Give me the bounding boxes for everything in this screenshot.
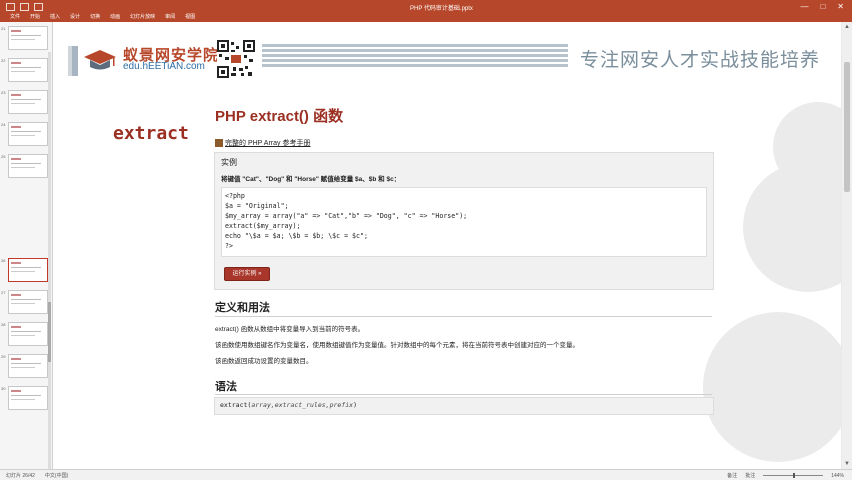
section-divider	[215, 394, 712, 395]
syntax-heading: 语法	[215, 381, 237, 393]
example-description: 将键值 "Cat"、"Dog" 和 "Horse" 赋值给变量 $a、$b 和 …	[221, 176, 401, 183]
code-line: $a = "Original";	[225, 202, 289, 210]
slide-thumbnail[interactable]	[8, 90, 48, 114]
code-block: <?php $a = "Original"; $my_array = array…	[221, 187, 707, 257]
manual-book-icon	[215, 139, 223, 148]
undo-icon[interactable]	[20, 3, 29, 11]
thumbnail-number: 27	[1, 290, 6, 295]
example-panel: 实例 将键值 "Cat"、"Dog" 和 "Horse" 赋值给变量 $a、$b…	[214, 152, 714, 290]
scroll-down-icon[interactable]: ▼	[844, 461, 850, 467]
code-line: <?php	[225, 192, 245, 200]
zoom-slider[interactable]	[763, 473, 824, 478]
code-line: ?>	[225, 242, 233, 250]
syntax-box: extract(array,extract_rules,prefix)	[214, 397, 714, 415]
code-line: $my_array = array("a" => "Cat","b" => "D…	[225, 212, 468, 220]
decorative-circle	[703, 312, 841, 462]
thumbnail-number: 26	[1, 258, 6, 263]
tab-file[interactable]: 文件	[10, 13, 20, 20]
slide-thumbnail-selected[interactable]	[8, 258, 48, 282]
syntax-arguments: array,extract_rules,prefix	[251, 401, 354, 409]
slide-thumbnail[interactable]	[8, 122, 48, 146]
slide-thumbnail[interactable]	[8, 386, 48, 410]
slide-thumbnail[interactable]	[8, 154, 48, 178]
thumbnail-number: 24	[1, 122, 6, 127]
tab-insert[interactable]: 插入	[50, 13, 60, 20]
slide-thumbnail[interactable]	[8, 290, 48, 314]
slide-scrollbar[interactable]: ▲ ▼	[842, 22, 852, 469]
thumbnail-number: 30	[1, 386, 6, 391]
status-bar: 幻灯片 26/42 中文(中国) 备注 批注 144%	[0, 469, 852, 480]
slogan: 专注网安人才实战技能培养	[580, 50, 821, 71]
code-line: extract($my_array);	[225, 222, 301, 230]
slide-thumbnail[interactable]	[8, 58, 48, 82]
scrollbar-thumb[interactable]	[844, 62, 850, 192]
thumbnail-number: 25	[1, 154, 6, 159]
tab-review[interactable]: 审阅	[165, 13, 175, 20]
scroll-up-icon[interactable]: ▲	[844, 24, 850, 30]
tab-home[interactable]: 开始	[30, 13, 40, 20]
example-heading: 实例	[221, 158, 237, 167]
language-indicator[interactable]: 中文(中国)	[45, 472, 68, 479]
tab-design[interactable]: 设计	[70, 13, 80, 20]
manual-link-text: 完整的 PHP Array 参考手册	[225, 140, 311, 147]
header-accent-bar	[68, 46, 72, 76]
definition-paragraph: 该函数返回成功设置的变量数目。	[215, 358, 313, 365]
title-bar: PHP 代码审计基础.pptx — □ ✕ 文件 开始 插入 设计 切换 动画 …	[0, 0, 852, 22]
slide-thumbnail[interactable]	[8, 322, 48, 346]
php-array-manual-link[interactable]: 完整的 PHP Array 参考手册	[215, 138, 310, 148]
thumbnail-scrollbar[interactable]	[48, 52, 51, 472]
slide-thumbnail-pane: 21 22 23 24 25 26 27 28 29 30	[0, 22, 53, 472]
zoom-slider-handle[interactable]	[793, 473, 796, 478]
maximize-icon[interactable]: □	[820, 2, 825, 11]
qr-code-icon	[217, 40, 255, 78]
header-stripes	[262, 44, 568, 70]
thumbnail-number: 22	[1, 58, 6, 63]
minimize-icon[interactable]: —	[800, 2, 808, 11]
slide-topic-word: extract	[113, 123, 189, 144]
code-line: echo "\$a = $a; \$b = $b; \$c = $c";	[225, 232, 368, 240]
zoom-level[interactable]: 144%	[831, 473, 844, 479]
tab-view[interactable]: 视图	[185, 13, 195, 20]
page-title: PHP extract() 函数	[215, 108, 344, 125]
save-icon[interactable]	[6, 3, 15, 11]
brand-url: edu.hEETiAN.com	[123, 61, 205, 72]
section-divider	[215, 316, 712, 317]
thumbnail-number: 29	[1, 354, 6, 359]
syntax-function: extract(	[220, 401, 252, 409]
thumbnail-number: 23	[1, 90, 6, 95]
scrollbar-thumb[interactable]	[48, 302, 51, 362]
definition-paragraph: 该函数使用数组键名作为变量名，使用数组键值作为变量值。针对数组中的每个元素，将在…	[215, 342, 579, 349]
run-example-button[interactable]: 运行实例 »	[224, 267, 270, 281]
slide-counter: 幻灯片 26/42	[6, 473, 35, 479]
definition-paragraph: extract() 函数从数组中将变量导入到当前的符号表。	[215, 326, 365, 333]
syntax-close: )	[353, 401, 357, 409]
notes-button[interactable]: 备注	[727, 472, 737, 479]
quick-access-toolbar	[6, 3, 43, 11]
document-title: PHP 代码审计基础.pptx	[410, 6, 473, 12]
tab-slideshow[interactable]: 幻灯片放映	[130, 13, 155, 20]
tab-animations[interactable]: 动画	[110, 13, 120, 20]
comments-button[interactable]: 批注	[745, 472, 755, 479]
thumbnail-number: 28	[1, 322, 6, 327]
tab-transitions[interactable]: 切换	[90, 13, 100, 20]
window-controls: — □ ✕	[800, 2, 844, 11]
thumbnail-number: 21	[1, 26, 6, 31]
slide-thumbnail[interactable]	[8, 26, 48, 50]
ribbon-tabs: 文件 开始 插入 设计 切换 动画 幻灯片放映 审阅 视图	[10, 13, 195, 20]
syntax-signature: extract(array,extract_rules,prefix)	[220, 401, 357, 409]
slide-thumbnail[interactable]	[8, 354, 48, 378]
graduation-cap-logo-icon	[84, 50, 116, 70]
redo-icon[interactable]	[34, 3, 43, 11]
definition-heading: 定义和用法	[215, 302, 270, 314]
close-icon[interactable]: ✕	[837, 2, 844, 11]
